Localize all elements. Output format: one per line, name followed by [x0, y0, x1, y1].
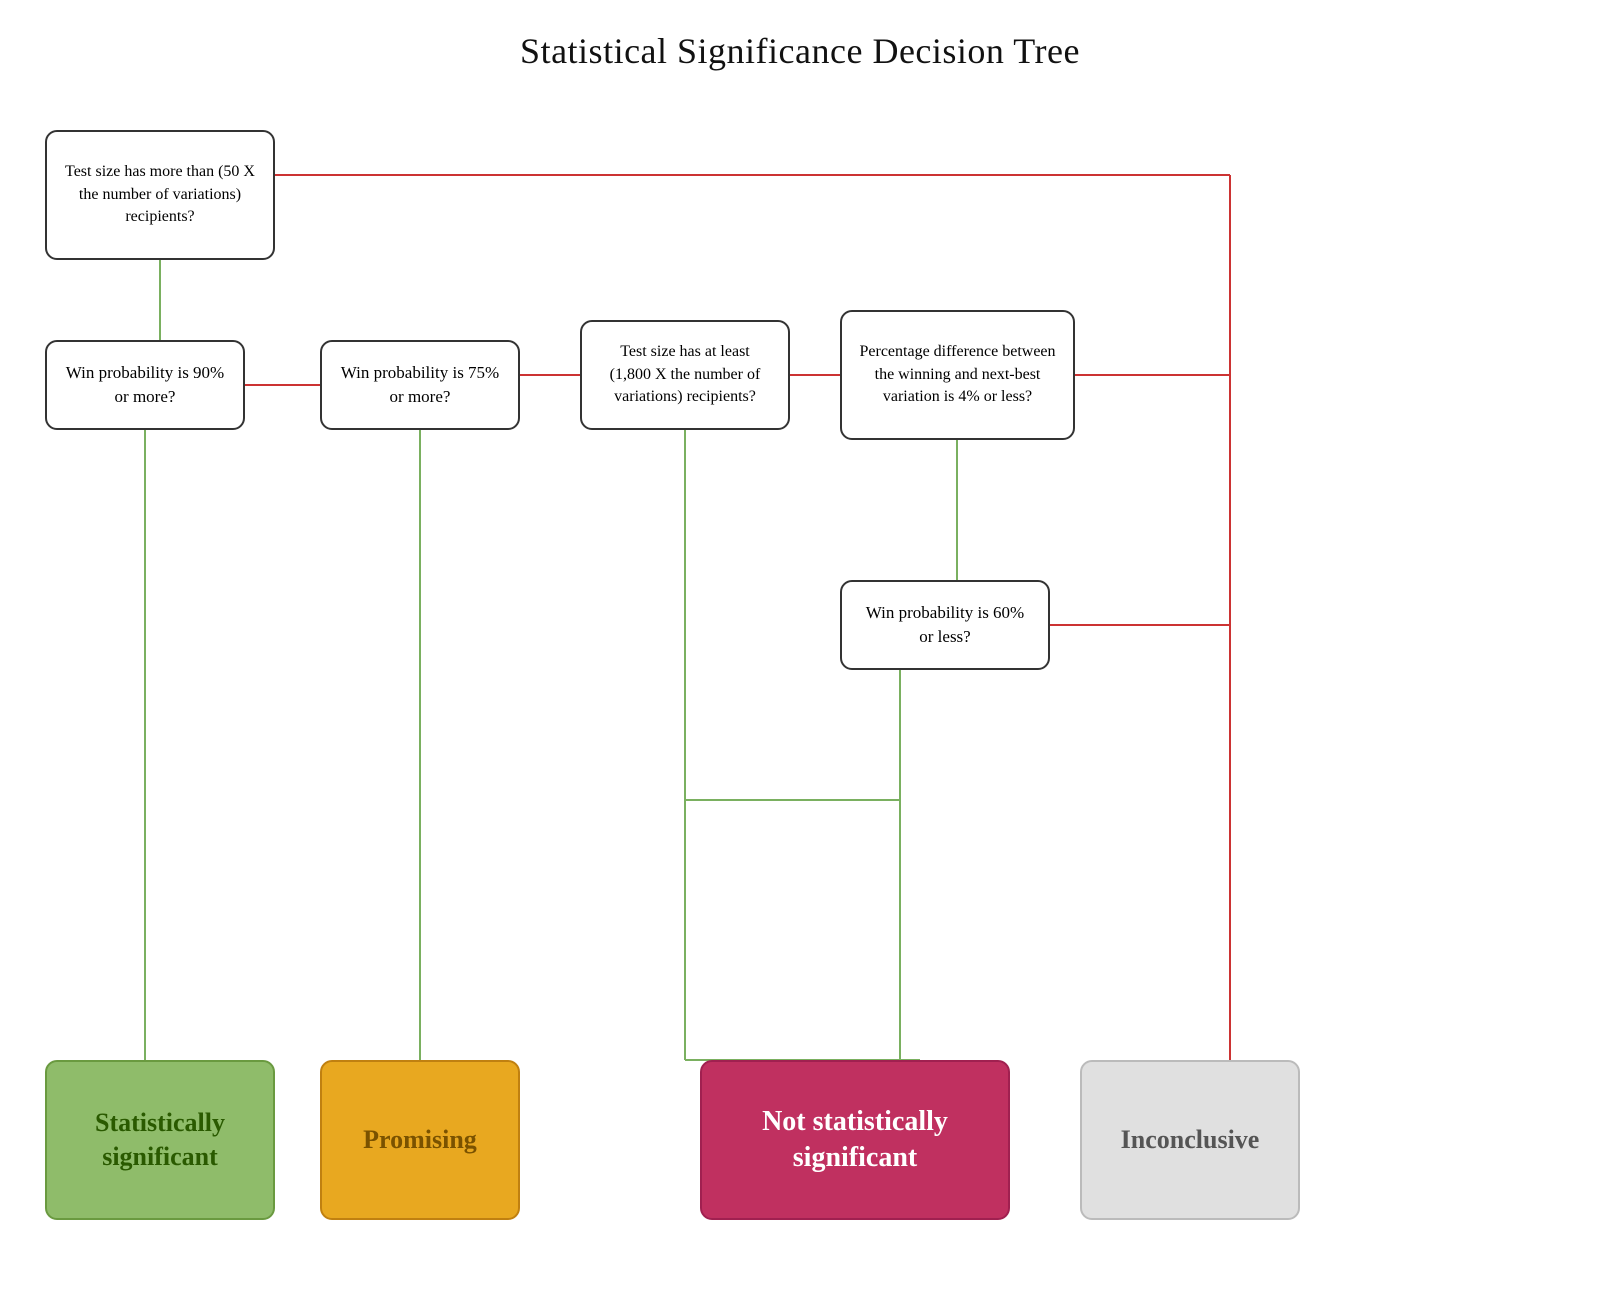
node-win-prob-60: Win probability is 60% or less?	[840, 580, 1050, 670]
outcome-not-significant: Not statistically significant	[700, 1060, 1010, 1220]
outcome-statistically-significant: Statistically significant	[45, 1060, 275, 1220]
node-win-prob-75: Win probability is 75% or more?	[320, 340, 520, 430]
node-pct-diff: Percentage difference between the winnin…	[840, 310, 1075, 440]
outcome-inconclusive: Inconclusive	[1080, 1060, 1300, 1220]
diagram-container: Statistical Significance Decision Tree	[0, 0, 1600, 1296]
node-win-prob-90: Win probability is 90% or more?	[45, 340, 245, 430]
node-test-size-1800: Test size has at least (1,800 X the numb…	[580, 320, 790, 430]
outcome-promising: Promising	[320, 1060, 520, 1220]
page-title: Statistical Significance Decision Tree	[0, 0, 1600, 72]
node-test-size-1: Test size has more than (50 X the number…	[45, 130, 275, 260]
